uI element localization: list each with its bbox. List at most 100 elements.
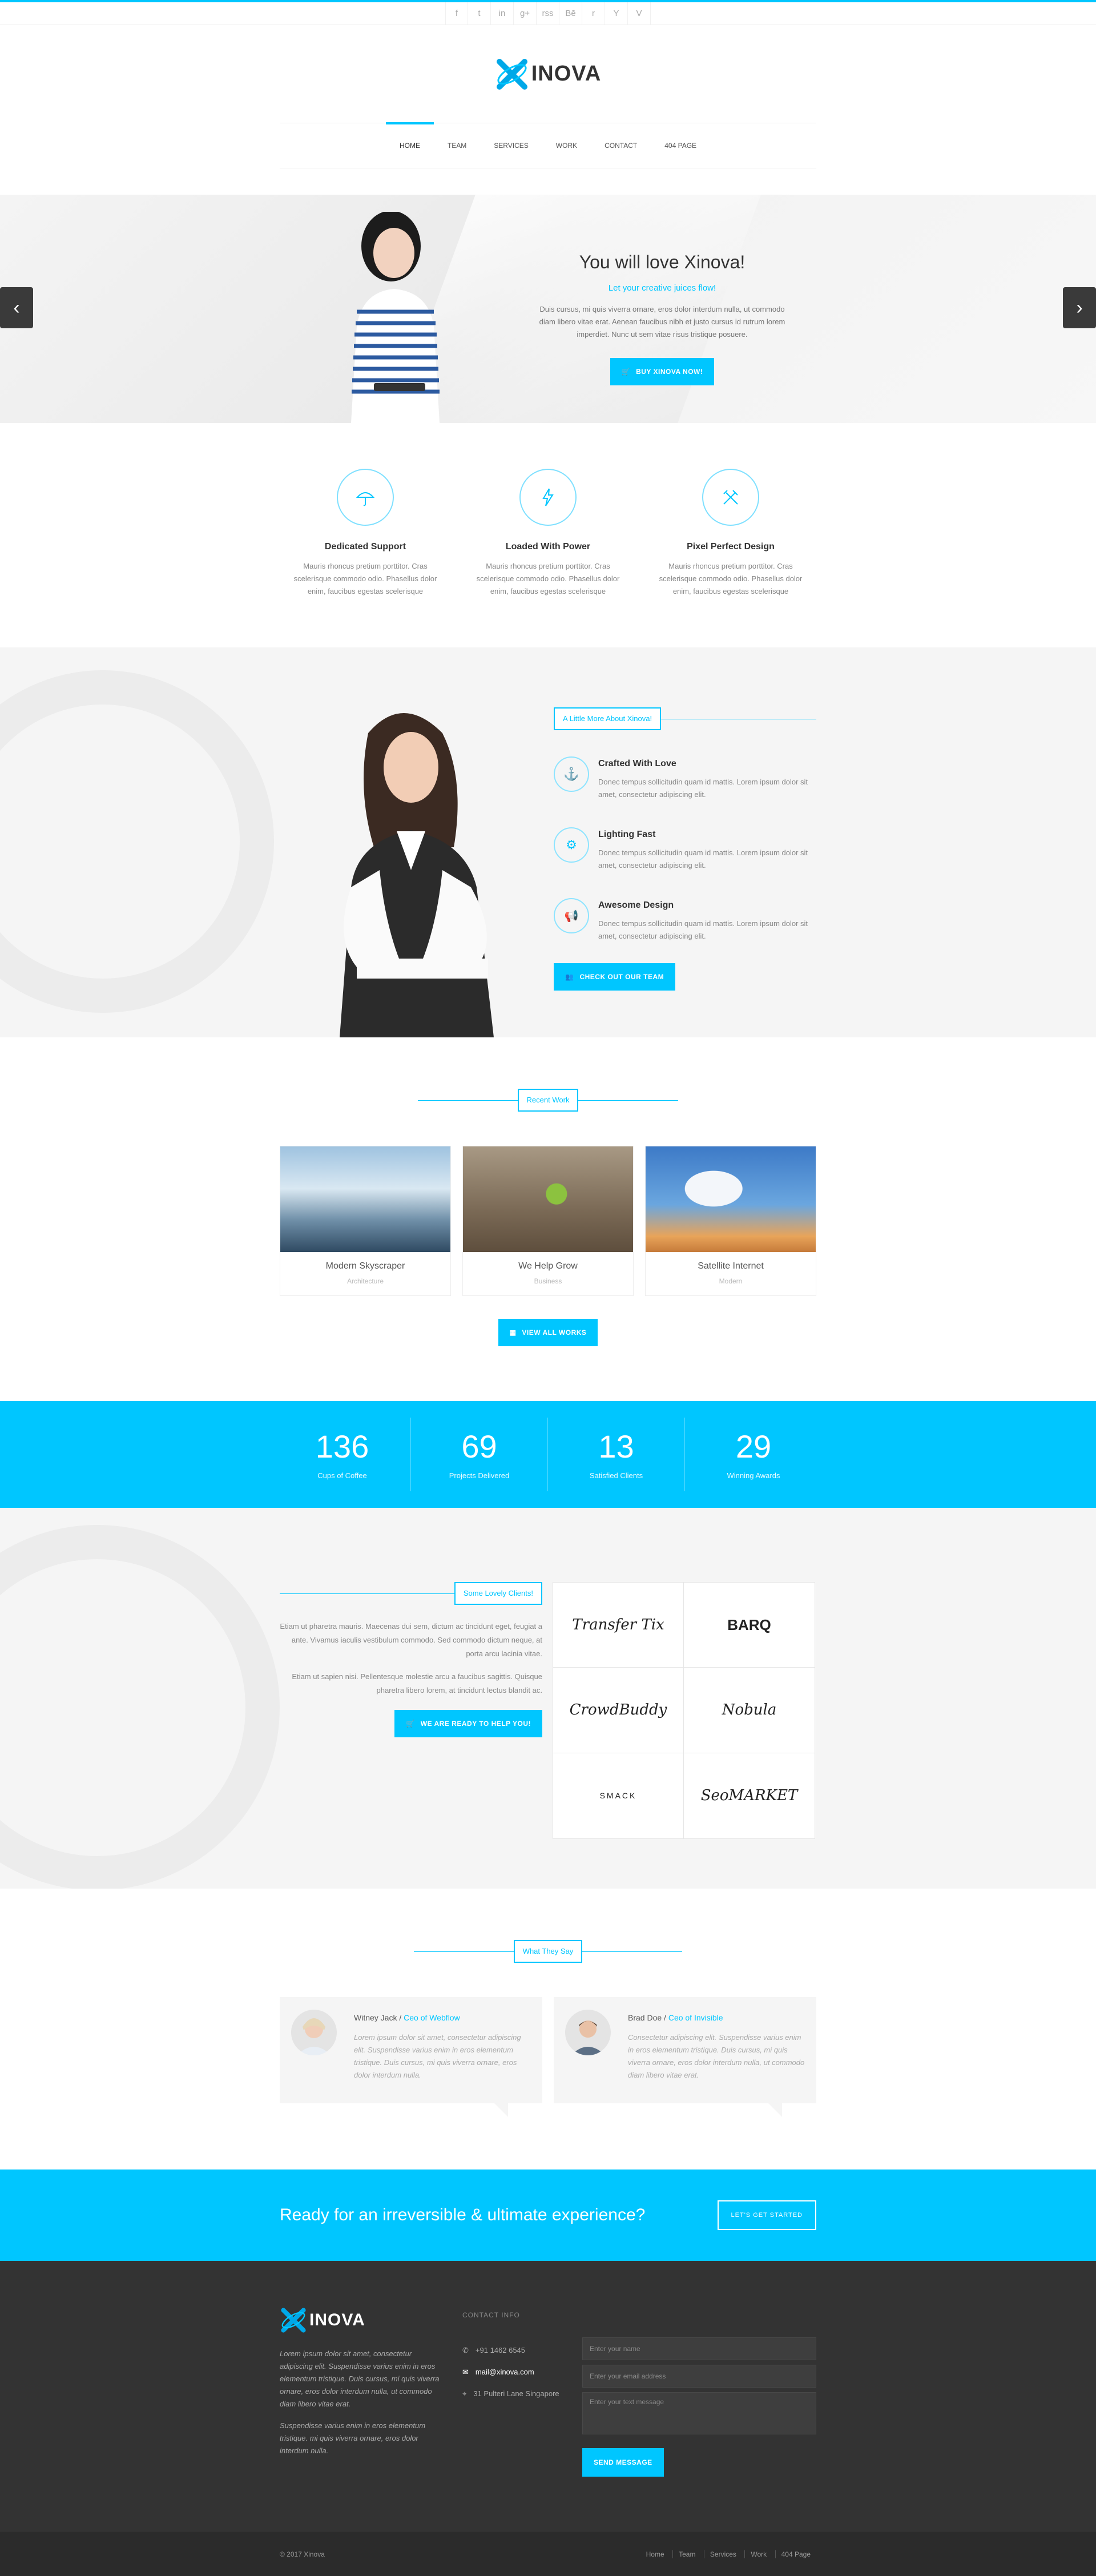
title-line xyxy=(578,1100,679,1101)
footer-link-work[interactable]: Work xyxy=(744,2550,773,2558)
nav-item-contact[interactable]: CONTACT xyxy=(591,123,651,168)
work-card-category: Business xyxy=(534,1277,562,1285)
about-item-text: Donec tempus sollicitudin quam id mattis… xyxy=(598,778,808,799)
linkedin-icon[interactable]: in xyxy=(491,2,514,25)
counter-item: 69 Projects Delivered xyxy=(411,1418,548,1491)
tools-icon xyxy=(723,490,738,505)
grid-icon: ▦ xyxy=(509,1329,517,1337)
nav-item-team[interactable]: TEAM xyxy=(434,123,480,168)
footer-links: Home Team Services Work 404 Page xyxy=(640,2549,816,2559)
googleplus-icon[interactable]: g+ xyxy=(514,2,537,25)
footer-logo[interactable]: INOVA xyxy=(280,2307,445,2334)
work-card[interactable]: We Help Grow Business xyxy=(462,1146,634,1296)
logo-text: INOVA xyxy=(531,62,602,86)
buy-now-label: BUY XINOVA NOW! xyxy=(636,368,703,376)
header: INOVA xyxy=(0,25,1096,123)
author-role[interactable]: Ceo of Webflow xyxy=(404,2013,460,2022)
about-item-text: Donec tempus sollicitudin quam id mattis… xyxy=(598,919,808,940)
social-bar: f t in g+ rss Bē r Y V xyxy=(0,0,1096,25)
bolt-icon xyxy=(542,488,554,506)
hero-title: You will love Xinova! xyxy=(579,252,746,272)
footer-link-home[interactable]: Home xyxy=(640,2550,670,2558)
recent-work-heading: Recent Work xyxy=(0,1089,1096,1112)
work-card[interactable]: Modern Skyscraper Architecture xyxy=(280,1146,451,1296)
counter-label: Projects Delivered xyxy=(449,1471,510,1480)
author-role[interactable]: Ceo of Invisible xyxy=(668,2013,723,2022)
avatar xyxy=(291,2010,337,2055)
ready-to-help-button[interactable]: 🛒 WE ARE READY TO HELP YOU! xyxy=(394,1710,542,1737)
rss-icon[interactable]: rss xyxy=(537,2,559,25)
nav-item-404[interactable]: 404 PAGE xyxy=(651,123,710,168)
testimonial-author: Brad Doe / Ceo of Invisible xyxy=(628,2013,723,2022)
sprout-image xyxy=(463,1146,633,1252)
cart-icon: 🛒 xyxy=(406,1720,415,1728)
vimeo-icon[interactable]: V xyxy=(628,2,651,25)
megaphone-icon: 📢 xyxy=(564,909,579,923)
buy-now-button[interactable]: 🛒 BUY XINOVA NOW! xyxy=(610,358,715,385)
contact-address: ⌖ 31 Pulteri Lane Singapore xyxy=(462,2388,582,2400)
footer-link-404[interactable]: 404 Page xyxy=(775,2550,816,2558)
nav-item-work[interactable]: WORK xyxy=(542,123,591,168)
get-started-button[interactable]: LET'S GET STARTED xyxy=(717,2200,816,2230)
client-logo[interactable]: SMACK xyxy=(553,1753,684,1838)
counter-item: 136 Cups of Coffee xyxy=(274,1418,411,1491)
send-message-button[interactable]: SEND MESSAGE xyxy=(582,2448,664,2477)
work-grid: Modern Skyscraper Architecture We Help G… xyxy=(0,1146,1096,1296)
background-shape xyxy=(0,670,274,1013)
email-field[interactable]: Enter your email address xyxy=(582,2365,816,2388)
ready-to-help-label: WE ARE READY TO HELP YOU! xyxy=(420,1720,531,1728)
facebook-icon[interactable]: f xyxy=(445,2,468,25)
logo-mark-icon xyxy=(281,2308,306,2333)
footer-link-services[interactable]: Services xyxy=(703,2550,742,2558)
footer-about-text: Lorem ipsum dolor sit amet, consectetur … xyxy=(280,2349,440,2408)
testimonial-author: Witney Jack / Ceo of Webflow xyxy=(354,2013,460,2022)
view-all-works-button[interactable]: ▦ VIEW ALL WORKS xyxy=(498,1319,598,1346)
avatar xyxy=(565,2010,611,2055)
avatar-woman-image xyxy=(297,2018,331,2055)
about-title: A Little More About Xinova! xyxy=(554,707,662,730)
feature-item: Dedicated Support Mauris rhoncus pretium… xyxy=(274,469,457,647)
features-section: Dedicated Support Mauris rhoncus pretium… xyxy=(0,423,1096,647)
feature-text: Mauris rhoncus pretium porttitor. Cras s… xyxy=(293,562,437,595)
nav-item-services[interactable]: SERVICES xyxy=(480,123,542,168)
work-card[interactable]: Satellite Internet Modern xyxy=(645,1146,816,1296)
client-logo[interactable]: Nobula xyxy=(684,1668,815,1753)
address-value: 31 Pulteri Lane Singapore xyxy=(473,2389,559,2398)
behance-icon[interactable]: Bē xyxy=(559,2,582,25)
clients-paragraph-2: Etiam ut sapien nisi. Pellentesque moles… xyxy=(292,1672,542,1694)
nav-item-home[interactable]: HOME xyxy=(385,122,434,168)
recent-work-title: Recent Work xyxy=(517,1089,579,1112)
ycombinator-icon[interactable]: Y xyxy=(605,2,628,25)
counter-item: 29 Winning Awards xyxy=(685,1418,822,1491)
check-team-button[interactable]: 👥 CHECK OUT OUR TEAM xyxy=(554,963,676,991)
slider-next-button[interactable]: › xyxy=(1063,287,1096,328)
reddit-icon[interactable]: r xyxy=(582,2,605,25)
skyscraper-image xyxy=(280,1146,450,1252)
hero-subtitle: Let your creative juices flow! xyxy=(608,283,716,293)
client-logo[interactable]: SeoMARKET xyxy=(684,1753,815,1838)
client-logo[interactable]: BARQ xyxy=(684,1583,815,1668)
about-item-title: Crafted With Love xyxy=(598,759,676,768)
client-logo[interactable]: CrowdBuddy xyxy=(553,1668,684,1753)
users-icon: 👥 xyxy=(565,973,574,981)
satellite-image xyxy=(646,1146,816,1252)
name-field[interactable]: Enter your name xyxy=(582,2337,816,2360)
slider-prev-button[interactable]: ‹ xyxy=(0,287,33,328)
twitter-icon[interactable]: t xyxy=(468,2,491,25)
email-value[interactable]: mail@xinova.com xyxy=(476,2366,534,2378)
message-field[interactable]: Enter your text message xyxy=(582,2392,816,2434)
counter-label: Cups of Coffee xyxy=(317,1471,367,1480)
work-card-title: We Help Grow xyxy=(518,1261,578,1271)
about-content: A Little More About Xinova! ⚓ Crafted Wi… xyxy=(554,707,816,991)
title-line xyxy=(280,1593,454,1594)
site-logo[interactable]: INOVA xyxy=(495,57,602,91)
about-icon-circle: 📢 xyxy=(554,898,589,933)
client-logo[interactable]: Transfer Tix xyxy=(553,1583,684,1668)
testimonials-section: What They Say Witney Jack / Ceo of Webfl… xyxy=(0,1889,1096,2170)
view-all-works-label: VIEW ALL WORKS xyxy=(522,1329,587,1337)
feature-title: Loaded With Power xyxy=(505,542,591,552)
about-item: 📢 Awesome Design Donec tempus sollicitudi… xyxy=(554,898,816,943)
about-section: A Little More About Xinova! ⚓ Crafted Wi… xyxy=(0,647,1096,1037)
work-card-category: Modern xyxy=(719,1277,743,1285)
footer-link-team[interactable]: Team xyxy=(672,2550,702,2558)
